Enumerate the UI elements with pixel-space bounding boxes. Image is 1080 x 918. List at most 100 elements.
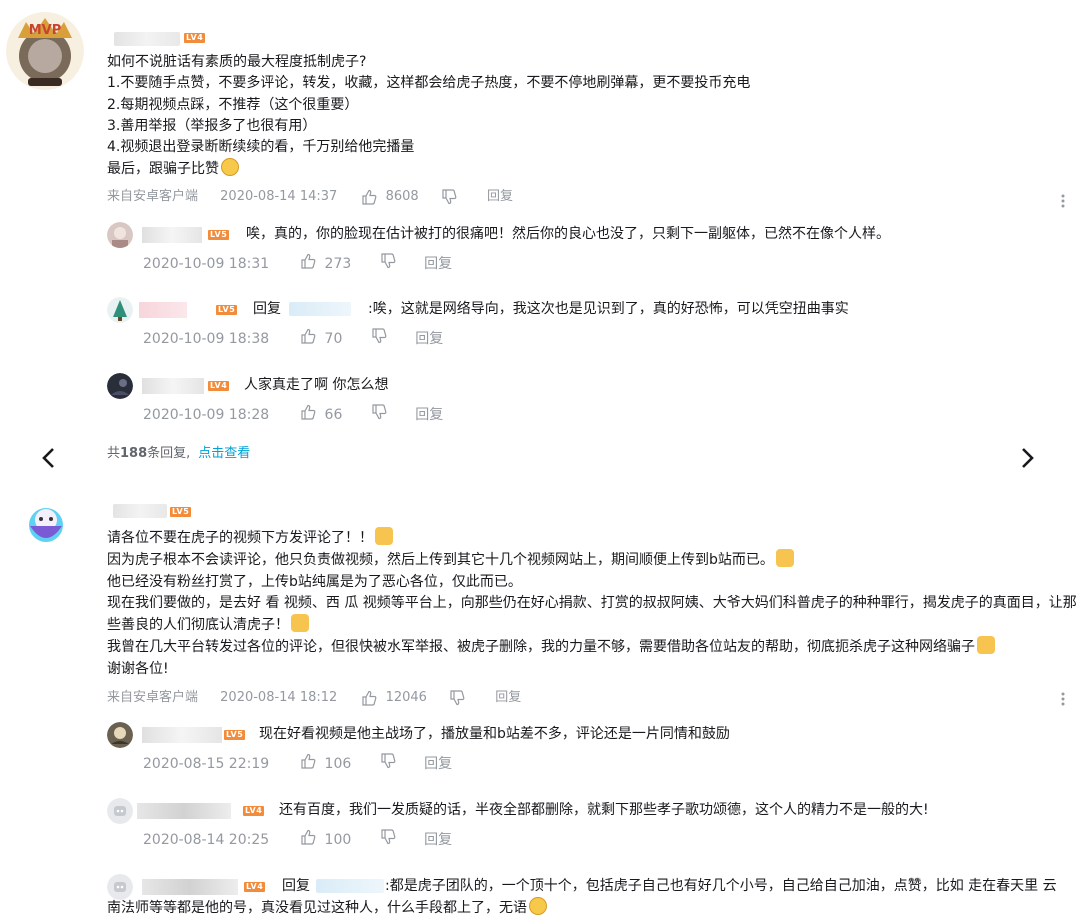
comment-meta: 来自安卓客户端 2020-08-14 14:37 8608 回复 bbox=[107, 187, 513, 207]
reply-username[interactable] bbox=[137, 803, 231, 819]
more-vertical-icon[interactable] bbox=[1061, 692, 1065, 706]
reply-username[interactable] bbox=[142, 378, 204, 394]
content-line: 我曾在几大平台转发过各位的评论，但很快被水军举报、被虎子删除，我的力量不够，需要… bbox=[107, 636, 1077, 658]
content-line: 2.每期视频点踩，不推荐（这个很重要） bbox=[107, 96, 359, 113]
flexed-biceps-emoji-icon bbox=[977, 636, 995, 655]
avatar[interactable]: MVP bbox=[6, 12, 84, 90]
reply-username[interactable] bbox=[139, 302, 187, 318]
reply-username[interactable] bbox=[142, 227, 202, 243]
username[interactable] bbox=[113, 504, 167, 518]
reply-avatar[interactable] bbox=[107, 373, 133, 399]
timestamp: 2020-08-14 20:25 bbox=[143, 832, 270, 848]
reply-item: LV5 唉，真的，你的脸现在估计被打的很痛吧！然后你的良心也没了，只剩下一副躯体… bbox=[107, 222, 1067, 282]
reply-avatar[interactable] bbox=[107, 222, 133, 248]
reply-meta: 2020-08-14 20:25 100 回复 bbox=[143, 829, 452, 849]
level-badge: LV4 bbox=[184, 33, 206, 43]
username[interactable] bbox=[114, 32, 180, 46]
thumbs-down-icon[interactable] bbox=[449, 690, 465, 706]
reply-username[interactable] bbox=[142, 727, 222, 743]
reply-text: :都是虎子团队的，一个顶十个，包括虎子自己也有好几个小号，自己给自己加油，点赞，… bbox=[107, 876, 1067, 918]
level-badge: LV5 bbox=[216, 305, 238, 315]
reply-text: 人家真走了啊 你怎么想 bbox=[244, 377, 389, 393]
view-more-link[interactable]: 点击查看 bbox=[198, 446, 250, 461]
content-line: 他已经没有粉丝打赏了，上传b站纯属是为了恶心各位，仅此而已。 bbox=[107, 573, 522, 590]
reply-meta: 2020-10-09 18:31 273 回复 bbox=[143, 253, 452, 273]
level-badge: LV5 bbox=[170, 507, 192, 517]
thumbs-up-icon[interactable] bbox=[300, 328, 316, 350]
timestamp: 2020-08-15 22:19 bbox=[143, 756, 270, 772]
reply-text: :唉，这就是网络导向，我这次也是见识到了，真的好恐怖，可以凭空扭曲事实 bbox=[368, 301, 849, 317]
reply-button[interactable]: 回复 bbox=[415, 329, 443, 349]
like-count: 66 bbox=[324, 407, 343, 423]
timestamp: 2020-08-14 18:12 bbox=[220, 690, 338, 705]
level-badge: LV5 bbox=[224, 730, 246, 740]
thumbs-up-icon[interactable] bbox=[361, 690, 377, 706]
more-prefix: 共 bbox=[107, 446, 121, 461]
timestamp: 2020-10-09 18:38 bbox=[143, 331, 270, 347]
chevron-right-icon[interactable] bbox=[1016, 445, 1038, 471]
content-text: 我曾在几大平台转发过各位的评论，但很快被水军举报、被虎子删除，我的力量不够，需要… bbox=[107, 639, 975, 656]
level-badge: LV4 bbox=[243, 806, 265, 816]
more-vertical-icon[interactable] bbox=[1061, 194, 1065, 208]
content-line: 因为虎子根本不会读评论，他只负责做视频，然后上传到其它十几个视频网站上，期间顺便… bbox=[107, 549, 1077, 571]
thumbs-up-icon[interactable] bbox=[300, 253, 316, 275]
thumbs-down-icon[interactable] bbox=[380, 253, 396, 275]
level-badge: LV4 bbox=[208, 381, 230, 391]
svg-text:MVP: MVP bbox=[29, 23, 62, 38]
reply-prefix: 回复 bbox=[253, 301, 281, 317]
like-count: 70 bbox=[324, 331, 343, 347]
reply-button[interactable]: 回复 bbox=[424, 254, 452, 274]
comment-content: 请各位不要在虎子的视频下方发评论了！！ 因为虎子根本不会读评论，他只负责做视频，… bbox=[107, 527, 1077, 680]
content-line: 1.不要随手点赞，不要多评论，转发，收藏，这样都会给虎子热度，不要不停地刷弹幕，… bbox=[107, 75, 751, 92]
thumbs-up-icon[interactable] bbox=[300, 404, 316, 426]
content-line: 3.善用举报（举报多了也很有用） bbox=[107, 117, 317, 134]
reply-button[interactable]: 回复 bbox=[424, 830, 452, 850]
reply-avatar[interactable] bbox=[107, 798, 133, 824]
thumbs-up-icon[interactable] bbox=[300, 753, 316, 775]
more-suffix: 条回复, bbox=[147, 446, 191, 461]
sad-emoji-icon bbox=[529, 897, 547, 915]
reply-item: LV4 人家真走了啊 你怎么想 2020-10-09 18:28 66 回复 bbox=[107, 373, 1067, 433]
reply-text: 唉，真的，你的脸现在估计被打的很痛吧！然后你的良心也没了，只剩下一副躯体，已然不… bbox=[246, 226, 890, 242]
reply-text-content: :都是虎子团队的，一个顶十个，包括虎子自己也有好几个小号，自己给自己加油，点赞，… bbox=[107, 878, 1057, 916]
content-line: 谢谢各位! bbox=[107, 660, 169, 677]
reply-item: LV5 现在好看视频是他主战场了，播放量和b站差不多，评论还是一片同情和鼓励 2… bbox=[107, 722, 1067, 782]
reply-meta: 2020-10-09 18:38 70 回复 bbox=[143, 328, 443, 348]
pray-emoji-icon bbox=[775, 549, 794, 568]
like-count: 100 bbox=[324, 832, 352, 848]
reply-total: 188 bbox=[120, 446, 148, 461]
content-text: 因为虎子根本不会读评论，他只负责做视频，然后上传到其它十几个视频网站上，期间顺便… bbox=[107, 552, 774, 569]
thumbs-up-icon[interactable] bbox=[361, 189, 377, 205]
thumbs-down-icon[interactable] bbox=[371, 404, 387, 426]
reply-meta: 2020-10-09 18:28 66 回复 bbox=[143, 404, 443, 424]
reply-item: LV5 回复 :唉，这就是网络导向，我这次也是见识到了，真的好恐怖，可以凭空扭曲… bbox=[107, 297, 1067, 357]
like-count: 12046 bbox=[385, 690, 427, 705]
timestamp: 2020-10-09 18:28 bbox=[143, 407, 270, 423]
thumbs-down-icon[interactable] bbox=[371, 328, 387, 350]
reply-button[interactable]: 回复 bbox=[487, 187, 513, 207]
reply-button[interactable]: 回复 bbox=[424, 754, 452, 774]
timestamp: 2020-10-09 18:31 bbox=[143, 256, 270, 272]
thumbs-down-icon[interactable] bbox=[380, 829, 396, 851]
content-line-last: 最后，跟骗子比赞 bbox=[107, 158, 1077, 180]
reply-avatar[interactable] bbox=[107, 722, 133, 748]
content-text: 现在我们要做的，是去好 看 视频、西 瓜 视频等平台上，向那些仍在好心捐款、打赏… bbox=[107, 594, 1077, 634]
like-count: 106 bbox=[324, 756, 352, 772]
reply-meta: 2020-08-15 22:19 106 回复 bbox=[143, 753, 452, 773]
thumbs-up-icon[interactable] bbox=[300, 829, 316, 851]
mentioned-username[interactable] bbox=[289, 302, 351, 316]
reply-text: 现在好看视频是他主战场了，播放量和b站差不多，评论还是一片同情和鼓励 bbox=[259, 726, 730, 742]
avatar[interactable] bbox=[6, 492, 84, 570]
thumbs-down-icon[interactable] bbox=[441, 189, 457, 205]
reply-button[interactable]: 回复 bbox=[495, 688, 521, 708]
content-line: 4.视频退出登录断断续续的看，千万别给他完播量 bbox=[107, 139, 415, 156]
content-text: 最后，跟骗子比赞 bbox=[107, 161, 219, 178]
reply-avatar[interactable] bbox=[107, 297, 133, 323]
comment-content: 如何不说脏话有素质的最大程度抵制虎子? 1.不要随手点赞，不要多评论，转发，收藏… bbox=[107, 52, 1077, 181]
thumbs-down-icon[interactable] bbox=[380, 753, 396, 775]
level-badge: LV5 bbox=[208, 230, 230, 240]
content-text: 请各位不要在虎子的视频下方发评论了！！ bbox=[107, 530, 373, 546]
chevron-left-icon[interactable] bbox=[38, 445, 60, 471]
reply-button[interactable]: 回复 bbox=[415, 405, 443, 425]
thumbs-up-emoji-icon bbox=[291, 614, 309, 633]
